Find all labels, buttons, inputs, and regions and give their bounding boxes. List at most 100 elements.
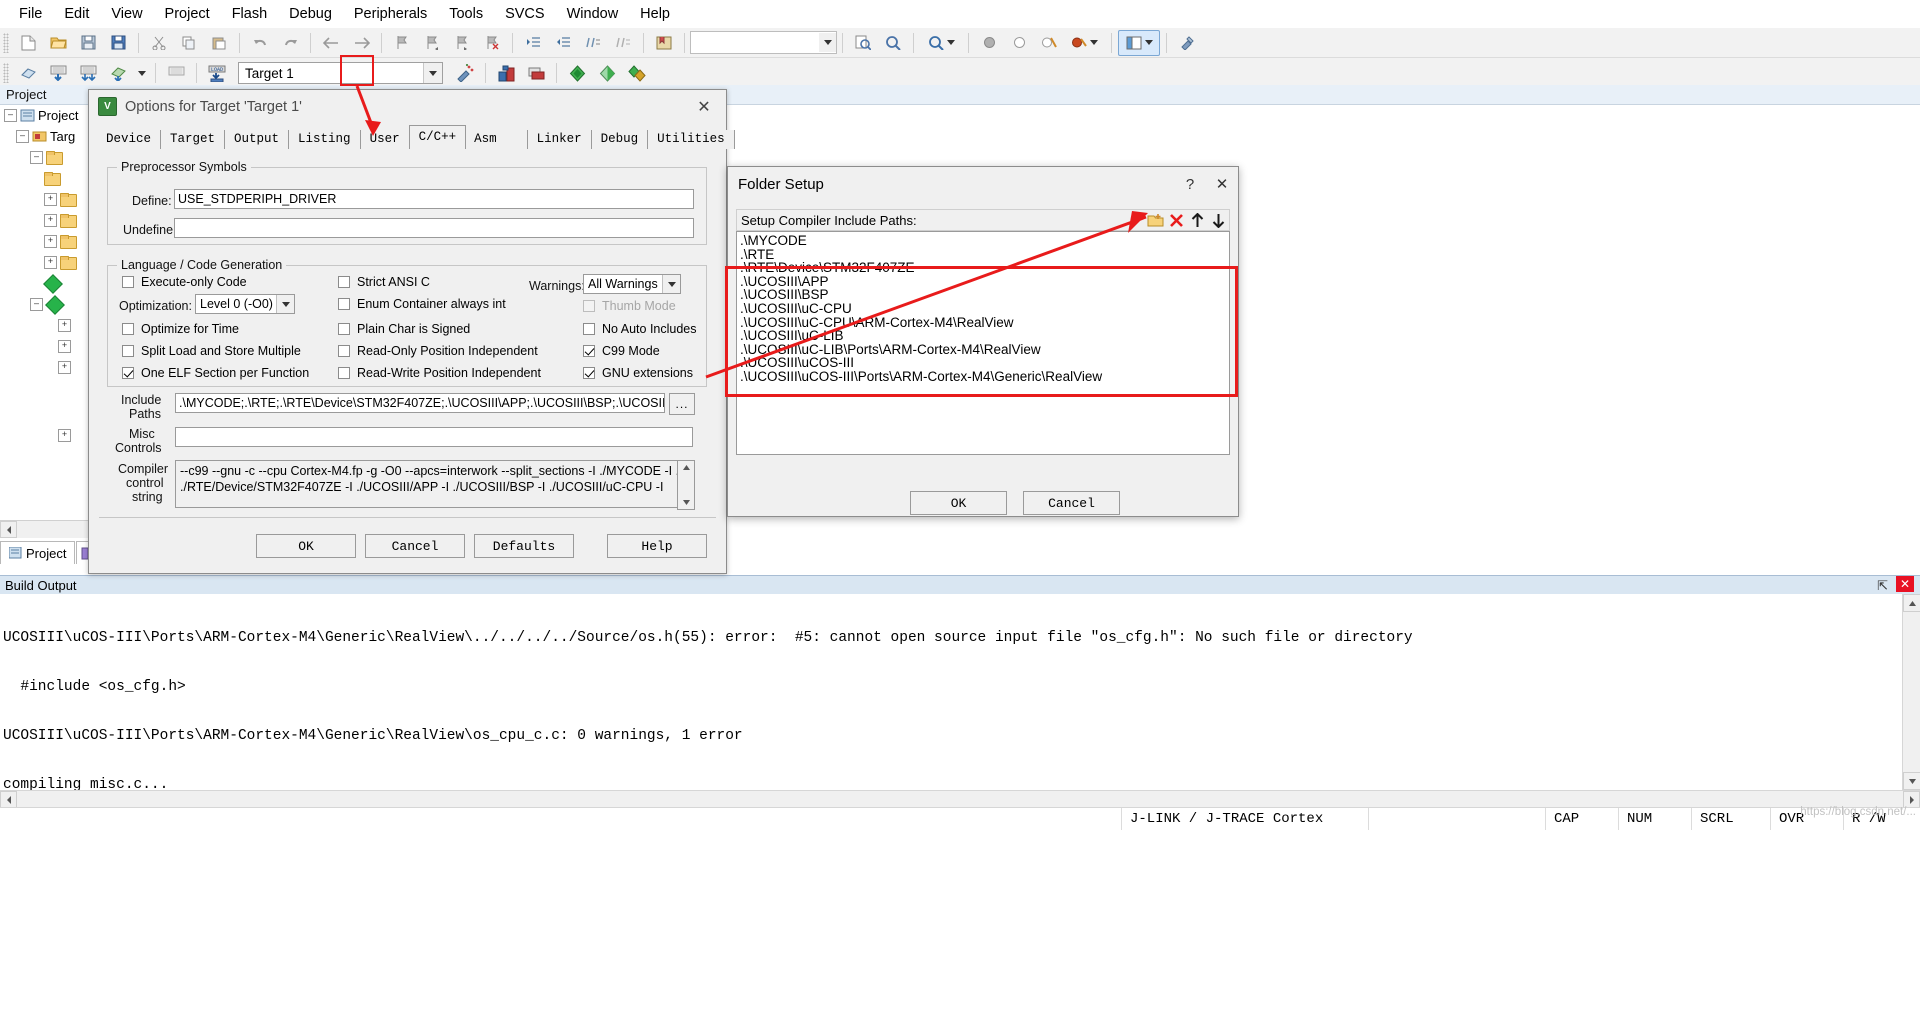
close-icon[interactable]: ✕: [1206, 169, 1238, 199]
close-icon[interactable]: ✕: [1896, 576, 1914, 592]
warnings-combo[interactable]: All Warnings: [583, 274, 681, 294]
checkbox-box[interactable]: [583, 323, 595, 335]
list-item[interactable]: .\UCOSIII\APP: [740, 275, 1229, 289]
checkbox-read-only-position-independent[interactable]: Read-Only Position Independent: [338, 344, 538, 358]
checkbox-box[interactable]: [583, 345, 595, 357]
checkbox-box[interactable]: [122, 276, 134, 288]
translate-icon[interactable]: [14, 60, 42, 86]
checkbox-optimize-for-time[interactable]: Optimize for Time: [122, 322, 239, 336]
manage-run-time-icon[interactable]: [593, 60, 621, 86]
tree-node-group[interactable]: +: [0, 357, 88, 378]
tab-asm[interactable]: Asm: [465, 130, 528, 149]
open-file-icon[interactable]: [44, 30, 72, 56]
menu-item-svcs[interactable]: SVCS: [494, 2, 556, 26]
scroll-left-button[interactable]: [0, 791, 17, 808]
expander-icon[interactable]: +: [58, 340, 71, 353]
compiler-control-scrollbar[interactable]: [677, 460, 695, 510]
breakpoint-disable-all-icon[interactable]: [1035, 30, 1063, 56]
tree-node-group[interactable]: –: [0, 147, 88, 168]
checkbox-plain-char-is-signed[interactable]: Plain Char is Signed: [338, 322, 470, 336]
expander-icon[interactable]: +: [44, 235, 57, 248]
dialog-titlebar[interactable]: V Options for Target 'Target 1' ✕: [89, 90, 726, 123]
cut-icon[interactable]: [145, 30, 173, 56]
checkbox-box[interactable]: [583, 367, 595, 379]
help-button[interactable]: Help: [607, 534, 707, 558]
checkbox-box[interactable]: [338, 298, 350, 310]
menu-item-peripherals[interactable]: Peripherals: [343, 2, 438, 26]
misc-controls-input[interactable]: [175, 427, 693, 447]
close-icon[interactable]: ✕: [686, 94, 722, 120]
expander-icon[interactable]: –: [4, 109, 17, 122]
menu-item-file[interactable]: File: [8, 2, 53, 26]
checkbox-one-elf-section-per-function[interactable]: One ELF Section per Function: [122, 366, 309, 380]
undo-icon[interactable]: [246, 30, 274, 56]
tab-output[interactable]: Output: [225, 130, 289, 149]
uncomment-icon[interactable]: [609, 30, 637, 56]
tab-linker[interactable]: Linker: [528, 130, 592, 149]
checkbox-no-auto-includes[interactable]: No Auto Includes: [583, 322, 697, 336]
tree-node-target[interactable]: – Targ: [0, 126, 88, 147]
menu-item-edit[interactable]: Edit: [53, 2, 100, 26]
include-paths-input[interactable]: .\MYCODE;.\RTE;.\RTE\Device\STM32F407ZE;…: [175, 393, 665, 413]
build-output-hscrollbar[interactable]: [0, 790, 1920, 808]
expander-icon[interactable]: +: [58, 361, 71, 374]
include-paths-browse-button[interactable]: ...: [669, 393, 695, 415]
navigate-forward-icon[interactable]: [347, 30, 375, 56]
save-all-icon[interactable]: [104, 30, 132, 56]
rebuild-icon[interactable]: [74, 60, 102, 86]
project-tree-hscrollbar[interactable]: [0, 520, 88, 538]
find-combo[interactable]: [690, 31, 837, 54]
tab-c-cpp[interactable]: C/C++: [409, 125, 467, 149]
ok-button[interactable]: OK: [256, 534, 356, 558]
define-input[interactable]: USE_STDPERIPH_DRIVER: [174, 189, 694, 209]
tree-node-group[interactable]: +: [0, 252, 88, 273]
menu-item-help[interactable]: Help: [629, 2, 681, 26]
checkbox-execute-only-code[interactable]: Execute-only Code: [122, 275, 247, 289]
checkbox-box[interactable]: [122, 367, 134, 379]
checkbox-strict-ansi-c[interactable]: Strict ANSI C: [338, 275, 430, 289]
list-item[interactable]: .\UCOSIII\uCOS-III: [740, 356, 1229, 370]
tab-user[interactable]: User: [361, 130, 410, 149]
checkbox-box[interactable]: [338, 367, 350, 379]
checkbox-box[interactable]: [338, 323, 350, 335]
checkbox-box[interactable]: [338, 345, 350, 357]
expander-icon[interactable]: –: [30, 151, 43, 164]
compiler-control-string-box[interactable]: --c99 --gnu -c --cpu Cortex-M4.fp -g -O0…: [175, 460, 693, 508]
include-paths-list[interactable]: .\MYCODE .\RTE .\RTE\Device\STM32F407ZE …: [736, 231, 1230, 455]
expander-icon[interactable]: +: [58, 429, 71, 442]
scroll-left-button[interactable]: [0, 521, 17, 538]
chevron-down-icon[interactable]: [819, 33, 836, 52]
build-icon[interactable]: [44, 60, 72, 86]
scroll-down-button[interactable]: [1903, 772, 1920, 790]
toolbar-grip[interactable]: [3, 63, 9, 83]
delete-icon[interactable]: [1166, 210, 1187, 230]
checkbox-box[interactable]: [338, 276, 350, 288]
list-item[interactable]: .\UCOSIII\uC-CPU: [740, 302, 1229, 316]
outdent-icon[interactable]: [549, 30, 577, 56]
defaults-button[interactable]: Defaults: [474, 534, 574, 558]
folder-cancel-button[interactable]: Cancel: [1023, 491, 1120, 515]
undefine-input[interactable]: [174, 218, 694, 238]
checkbox-box[interactable]: [122, 345, 134, 357]
options-for-target-icon[interactable]: [451, 60, 479, 86]
breakpoint-disabled-icon[interactable]: [1005, 30, 1033, 56]
bookmark-prev-icon[interactable]: [418, 30, 446, 56]
scroll-down-button[interactable]: [678, 496, 694, 509]
tree-node-group[interactable]: [0, 168, 88, 189]
bookmark-clear-icon[interactable]: [478, 30, 506, 56]
help-icon[interactable]: ?: [1174, 169, 1206, 199]
pin-icon[interactable]: ⇱: [1877, 578, 1888, 594]
toolbar-grip[interactable]: [3, 33, 9, 53]
redo-icon[interactable]: [276, 30, 304, 56]
multi-project-icon[interactable]: [522, 60, 550, 86]
move-up-icon[interactable]: [1187, 210, 1208, 230]
tab-listing[interactable]: Listing: [289, 130, 361, 149]
indent-icon[interactable]: [519, 30, 547, 56]
find-in-files-icon[interactable]: [849, 30, 877, 56]
expander-icon[interactable]: +: [44, 214, 57, 227]
tree-node-group[interactable]: +: [0, 336, 88, 357]
menu-item-debug[interactable]: Debug: [278, 2, 343, 26]
optimization-combo[interactable]: Level 0 (-O0): [195, 294, 295, 314]
options-for-target-dialog[interactable]: V Options for Target 'Target 1' ✕ Device…: [88, 89, 727, 574]
expander-icon[interactable]: +: [44, 193, 57, 206]
